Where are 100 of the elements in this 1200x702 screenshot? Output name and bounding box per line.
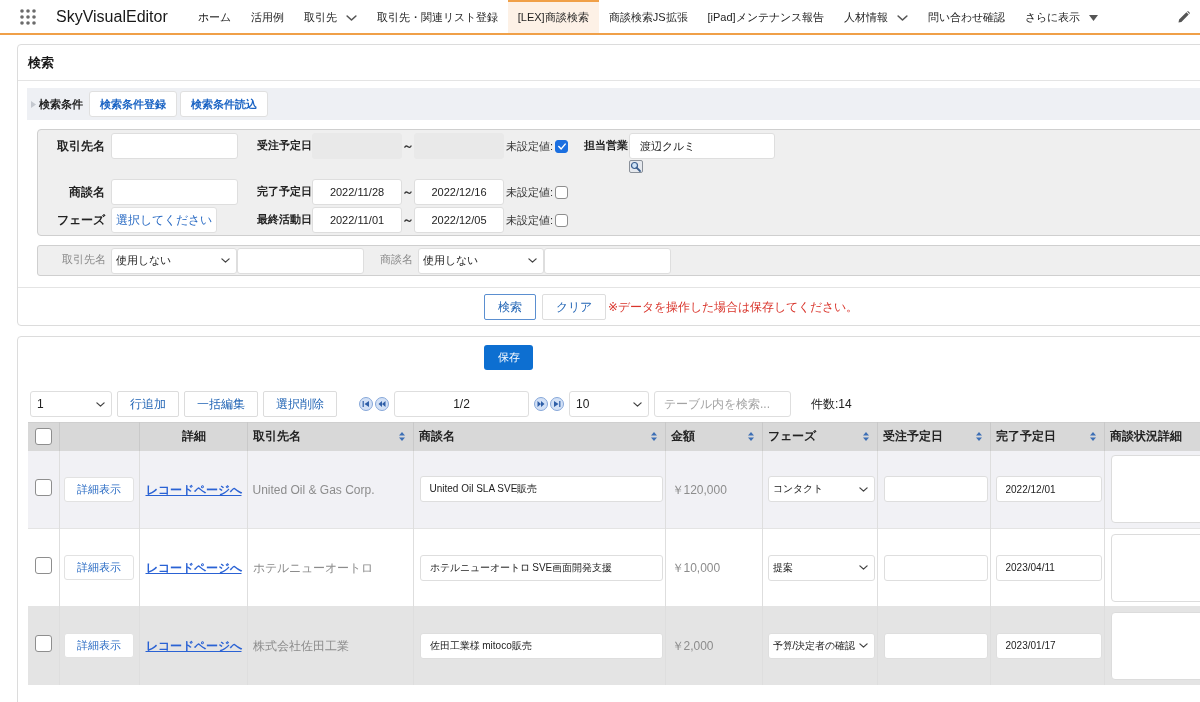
dropdown[interactable]: 予算/決定者の確認: [767, 632, 875, 659]
input-field[interactable]: [544, 247, 671, 274]
conditions-button[interactable]: 検索条件読込: [180, 91, 268, 117]
sort-icon[interactable]: [1089, 432, 1096, 442]
nav-tab[interactable]: さらに表示: [1014, 0, 1108, 33]
date-field[interactable]: 2022/11/28: [312, 179, 402, 205]
nav-tab[interactable]: 活用例: [240, 0, 294, 33]
pencil-icon[interactable]: [1178, 10, 1190, 23]
first-page-icon[interactable]: [359, 397, 373, 411]
date-field[interactable]: 2023/01/17: [995, 632, 1102, 659]
column-header[interactable]: 取引先名: [252, 428, 301, 446]
date-field[interactable]: 2022/11/01: [312, 207, 402, 233]
textarea-field[interactable]: [1110, 611, 1200, 680]
chevron-down-icon: [896, 14, 908, 21]
table-row[interactable]: 詳細表示 レコードページへ 株式会社佐田工業 佐田工業様 mitoco販売 ￥2,000 予算/決定者の確認 2023/01/17: [28, 606, 1200, 685]
date-field[interactable]: 2022/12/01: [995, 476, 1102, 503]
checkbox[interactable]: [34, 557, 52, 574]
checkbox[interactable]: [555, 185, 569, 199]
picker-button[interactable]: 選択してください: [111, 207, 217, 233]
page-field[interactable]: 1/2: [394, 391, 529, 417]
detail-button[interactable]: 詳細表示: [64, 633, 134, 658]
conditions-label: 検索条件: [39, 96, 83, 112]
chevron-down-icon: [858, 565, 868, 570]
column-header[interactable]: 金額: [670, 428, 695, 446]
nav-tab[interactable]: 問い合わせ確認: [917, 0, 1015, 33]
nav-tab[interactable]: [iPad]メンテナンス報告: [697, 0, 834, 33]
toolbar-button[interactable]: 選択削除: [263, 391, 337, 417]
nav-tab[interactable]: 取引先・関連リスト登録: [366, 0, 508, 33]
dropdown[interactable]: 1: [30, 391, 112, 417]
sort-icon[interactable]: [398, 432, 405, 442]
sort-icon[interactable]: [975, 432, 982, 442]
checkbox[interactable]: [34, 478, 52, 496]
previous-page-icon[interactable]: [375, 397, 389, 411]
dropdown[interactable]: コンタクト: [767, 476, 875, 503]
dropdown[interactable]: 使用しない: [111, 247, 237, 274]
unset-label: 未設定値:: [506, 184, 554, 200]
toolbar-button[interactable]: 一括編集: [184, 391, 258, 417]
next-page-icon[interactable]: [534, 397, 548, 411]
table-row[interactable]: 詳細表示 レコードページへ United Oil & Gas Corp. United Oil SLA SVE販売 ￥120,000 コンタクト 2022/12/01: [28, 450, 1200, 529]
input-field[interactable]: [111, 179, 238, 205]
checkbox[interactable]: [35, 428, 53, 446]
column-header[interactable]: 詳細: [181, 428, 206, 446]
search-icon[interactable]: [629, 160, 643, 173]
textarea-field[interactable]: [1110, 533, 1200, 602]
record-link[interactable]: レコードページへ: [145, 482, 242, 497]
save-button[interactable]: 保存: [484, 345, 533, 370]
last-page-icon[interactable]: [550, 397, 564, 411]
date-field[interactable]: [883, 476, 988, 503]
dropdown[interactable]: 10: [569, 391, 649, 417]
input-field[interactable]: ホテルニューオートロ SVE画面開発支援: [419, 554, 663, 581]
field-label: 商談名: [68, 184, 106, 201]
column-header[interactable]: 商談名: [418, 428, 455, 446]
column-header[interactable]: 完了予定日: [995, 428, 1056, 446]
date-field[interactable]: [883, 554, 988, 581]
checkbox[interactable]: [34, 635, 52, 652]
detail-button[interactable]: 詳細表示: [64, 555, 134, 580]
column-header[interactable]: フェーズ: [767, 428, 816, 446]
chevron-down-icon: [221, 258, 230, 263]
dropdown[interactable]: 使用しない: [418, 247, 544, 274]
sort-icon[interactable]: [747, 432, 754, 442]
conditions-button[interactable]: 検索条件登録: [89, 91, 177, 117]
table-row[interactable]: 詳細表示 レコードページへ ホテルニューオートロ ホテルニューオートロ SVE画面開発支援 ￥10,000 提案 2023/04/11: [28, 528, 1200, 607]
chevron-down-icon: [633, 401, 642, 407]
dropdown[interactable]: 提案: [767, 554, 875, 581]
record-link[interactable]: レコードページへ: [145, 561, 242, 575]
detail-button[interactable]: 詳細表示: [64, 476, 134, 502]
checkbox[interactable]: [555, 213, 569, 227]
column-header[interactable]: 商談状況詳細: [1109, 428, 1182, 446]
nav-tab[interactable]: 取引先: [293, 0, 367, 33]
range-separator: ～: [402, 138, 414, 155]
record-link[interactable]: レコードページへ: [145, 639, 242, 653]
input-field[interactable]: [111, 133, 238, 159]
input-field[interactable]: 佐田工業様 mitoco販売: [419, 632, 663, 659]
account-name: 株式会社佐田工業: [252, 639, 349, 653]
nav-tab[interactable]: ホーム: [187, 0, 241, 33]
nav-tab[interactable]: 商談検索JS拡張: [598, 0, 698, 33]
date-field[interactable]: 2023/04/11: [995, 554, 1102, 581]
sort-icon[interactable]: [650, 432, 657, 442]
textarea-field[interactable]: [1110, 455, 1200, 524]
unset-label: 未設定値:: [506, 138, 554, 154]
sort-icon[interactable]: [862, 432, 869, 442]
range-separator: ～: [402, 212, 414, 229]
date-field[interactable]: 2022/12/05: [414, 207, 504, 233]
date-field[interactable]: [883, 632, 988, 659]
app-launcher-icon[interactable]: [20, 8, 36, 25]
toolbar-button[interactable]: 行追加: [117, 391, 179, 417]
account-name: ホテルニューオートロ: [252, 561, 373, 575]
input-field[interactable]: [237, 247, 364, 274]
input-field[interactable]: United Oil SLA SVE販売: [419, 476, 663, 503]
column-header[interactable]: 受注予定日: [882, 428, 943, 446]
amount-text: ￥10,000: [671, 561, 721, 575]
input-field[interactable]: 渡辺クルミ: [629, 133, 775, 159]
action-button[interactable]: 検索: [484, 294, 536, 320]
chevron-down-icon: [528, 258, 537, 263]
chevron-down-icon: [96, 401, 105, 407]
action-button[interactable]: クリア: [542, 294, 606, 320]
field-label: 受注予定日: [257, 138, 312, 153]
date-field[interactable]: 2022/12/16: [414, 179, 504, 205]
nav-tab[interactable]: [LEX]商談検索: [507, 0, 599, 33]
nav-tab[interactable]: 人材情報: [833, 0, 918, 33]
